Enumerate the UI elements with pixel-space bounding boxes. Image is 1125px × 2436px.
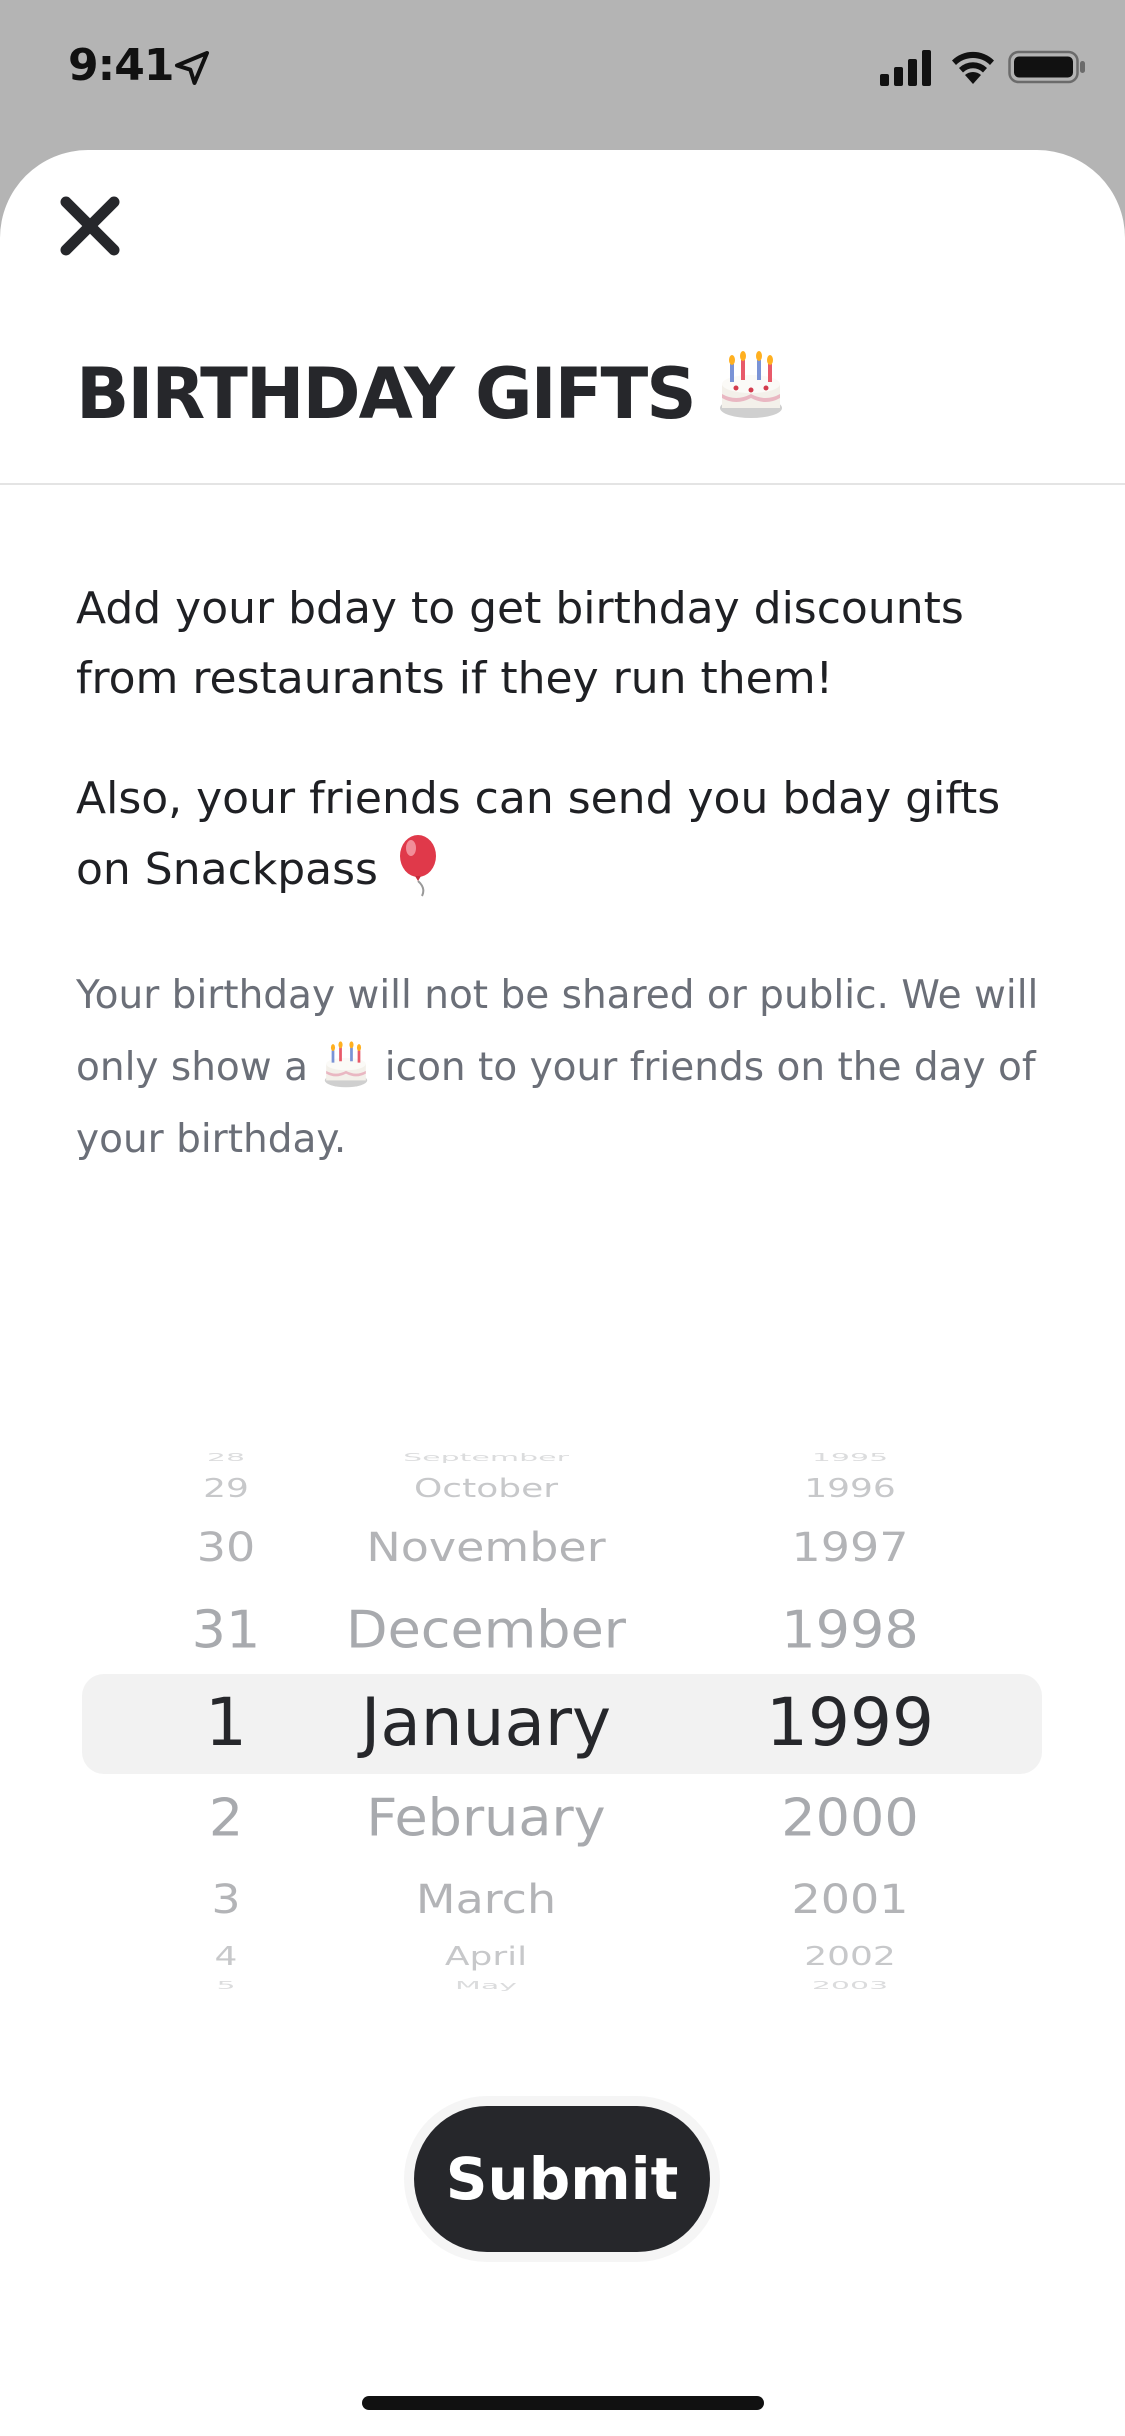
divider	[0, 483, 1125, 485]
year-option[interactable]: 1998	[781, 1599, 918, 1659]
privacy-note: Your birthday will not be shared or publ…	[76, 960, 1076, 1176]
year-option[interactable]: 1999	[766, 1684, 934, 1761]
birthday-cake-icon	[720, 351, 782, 418]
status-bar: 9:41	[0, 0, 1125, 140]
friends-paragraph-text: Also, your friends can send you bday gif…	[76, 773, 1001, 895]
wifi-icon	[952, 51, 994, 84]
day-option[interactable]: 5	[216, 1979, 235, 1991]
day-option[interactable]: 1	[205, 1684, 247, 1761]
day-option[interactable]: 29	[203, 1474, 249, 1504]
month-option[interactable]: September	[403, 1451, 569, 1463]
bottom-sheet	[0, 150, 1125, 2436]
month-option[interactable]: March	[416, 1876, 556, 1924]
month-option[interactable]: November	[366, 1524, 605, 1572]
day-option[interactable]: 30	[197, 1524, 256, 1572]
submit-button[interactable]: Submit	[414, 2106, 710, 2252]
year-option[interactable]: 2001	[791, 1876, 908, 1924]
day-option[interactable]: 4	[215, 1942, 238, 1972]
battery-icon	[1008, 50, 1085, 84]
cellular-signal-icon	[880, 50, 931, 86]
year-option[interactable]: 2003	[812, 1979, 888, 1991]
day-option[interactable]: 2	[209, 1787, 243, 1847]
month-option[interactable]: April	[445, 1942, 527, 1972]
year-option[interactable]: 1995	[812, 1451, 888, 1463]
friends-paragraph: Also, your friends can send you bday gif…	[76, 764, 1066, 905]
month-option[interactable]: February	[366, 1787, 605, 1847]
year-option[interactable]: 2002	[804, 1942, 896, 1972]
birthday-cake-icon	[325, 1041, 368, 1088]
year-option[interactable]: 1996	[804, 1474, 896, 1504]
year-option[interactable]: 2000	[781, 1787, 918, 1847]
day-option[interactable]: 28	[207, 1451, 245, 1463]
month-option[interactable]: May	[455, 1979, 517, 1991]
status-time: 9:41	[68, 40, 174, 91]
month-option[interactable]: December	[346, 1599, 626, 1659]
intro-paragraph: Add your bday to get birthday discounts …	[76, 583, 964, 704]
year-option[interactable]: 1997	[791, 1524, 908, 1572]
month-option[interactable]: October	[414, 1474, 558, 1504]
location-arrow-icon	[175, 51, 209, 85]
balloon-icon	[399, 835, 436, 897]
day-option[interactable]: 3	[211, 1876, 240, 1924]
month-option[interactable]: January	[361, 1684, 611, 1761]
home-indicator	[362, 2396, 764, 2410]
day-option[interactable]: 31	[192, 1599, 261, 1659]
close-icon[interactable]	[52, 188, 128, 264]
page-title: BIRTHDAY GIFTS	[76, 353, 697, 435]
